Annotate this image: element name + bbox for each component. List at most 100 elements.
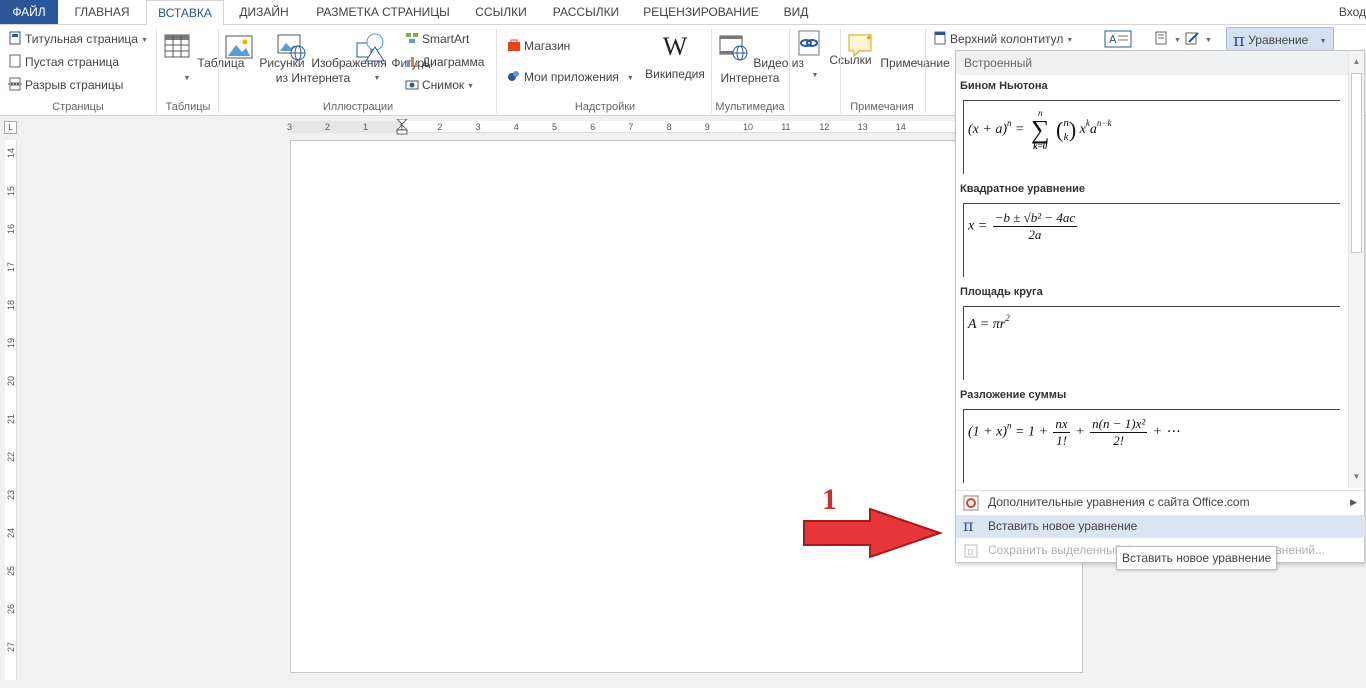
more-equations-label: Дополнительные уравнения с сайта Office.… bbox=[988, 495, 1250, 509]
online-pictures-label-2: из Интернета bbox=[275, 71, 351, 85]
store-button[interactable]: Магазин bbox=[507, 36, 570, 56]
equation-text: −b ± √b² − 4ac bbox=[992, 210, 1078, 227]
ruler-number: 7 bbox=[628, 122, 634, 132]
equation-dropdown: Встроенный ▲ ▼ Бином Ньютона (x + a)n = … bbox=[955, 50, 1365, 563]
equation-text: a bbox=[1089, 122, 1097, 138]
ruler-number: 4 bbox=[513, 122, 519, 132]
group-separator bbox=[789, 29, 790, 113]
tab-references[interactable]: ССЫЛКИ bbox=[466, 0, 536, 24]
tab-insert[interactable]: ВСТАВКА bbox=[146, 0, 224, 25]
links-button[interactable]: Ссылки ▼ bbox=[792, 28, 872, 83]
vertical-ruler[interactable]: 14 15 16 17 18 19 20 21 22 23 24 25 26 27 bbox=[5, 140, 17, 680]
smartart-label: SmartArt bbox=[422, 32, 470, 46]
fraction: nx 1! bbox=[1053, 416, 1070, 449]
equation-text: + ⋯ bbox=[1152, 424, 1180, 440]
horizontal-ruler[interactable]: 3 2 1 1 2 3 4 5 6 7 8 9 10 11 12 13 14 bbox=[287, 119, 960, 135]
blank-page-button[interactable]: Пустая страница bbox=[8, 52, 119, 72]
group-label-pages: Страницы bbox=[52, 101, 104, 113]
header-button[interactable]: Верхний колонтитул ▼ bbox=[933, 29, 1073, 49]
scroll-down-icon[interactable]: ▼ bbox=[1349, 470, 1364, 484]
equation-text: k=0 bbox=[1033, 141, 1048, 151]
tab-view[interactable]: ВИД bbox=[770, 0, 822, 24]
online-video-label-2: Интернета bbox=[720, 71, 780, 85]
insert-new-equation-label: Вставить новое уравнение bbox=[988, 519, 1138, 533]
ruler-number: 20 bbox=[6, 376, 16, 387]
ruler-tab-selector[interactable]: L bbox=[4, 121, 17, 134]
wikipedia-button[interactable]: W Википедия bbox=[643, 31, 707, 82]
equation-text: n−k bbox=[1096, 118, 1112, 129]
header-label: Верхний колонтитул bbox=[950, 32, 1064, 46]
text-box-button[interactable]: A bbox=[1104, 29, 1134, 49]
scrollbar-thumb[interactable] bbox=[1351, 73, 1362, 253]
equation-text: 1! bbox=[1056, 433, 1067, 448]
equation-title: Разложение суммы bbox=[960, 389, 1067, 401]
signature-icon bbox=[1185, 32, 1199, 45]
my-apps-button[interactable]: Мои приложения ▼ bbox=[507, 67, 634, 87]
group-separator bbox=[218, 29, 219, 113]
group-label-comments: Примечания bbox=[850, 101, 914, 113]
equation-text: nx bbox=[1053, 416, 1070, 433]
tooltip: Вставить новое уравнение bbox=[1116, 546, 1278, 570]
svg-text:✦: ✦ bbox=[865, 34, 873, 44]
chevron-down-icon: ▼ bbox=[140, 37, 148, 44]
insert-new-equation-item[interactable]: π Вставить новое уравнение bbox=[956, 515, 1365, 538]
tab-design[interactable]: ДИЗАЙН bbox=[228, 0, 300, 24]
equation-quadratic[interactable]: x = −b ± √b² − 4ac 2a bbox=[963, 203, 1340, 277]
equation-circle-area[interactable]: A = πr2 bbox=[963, 306, 1340, 380]
cover-page-button[interactable]: Титульная страница ▼ bbox=[8, 29, 148, 49]
store-icon bbox=[508, 39, 520, 51]
sign-in-link[interactable]: Вход bbox=[1339, 0, 1366, 24]
equation-title: Бином Ньютона bbox=[960, 80, 1048, 92]
ruler-number: 18 bbox=[6, 300, 16, 311]
chart-button[interactable]: Диаграмма bbox=[405, 52, 484, 72]
save-to-gallery-icon: π bbox=[964, 544, 978, 558]
tab-file[interactable]: ФАЙЛ bbox=[0, 0, 58, 24]
tab-review[interactable]: РЕЦЕНЗИРОВАНИЕ bbox=[636, 0, 766, 24]
group-separator bbox=[496, 29, 497, 113]
chevron-down-icon: ▼ bbox=[1066, 37, 1074, 44]
ruler-number: 21 bbox=[6, 414, 16, 425]
comment-button[interactable]: ✦ Примечание bbox=[843, 31, 950, 71]
online-pictures-button[interactable]: Изображения из Интернета bbox=[274, 31, 387, 86]
equation-text: 2! bbox=[1113, 433, 1125, 448]
chevron-down-icon: ▼ bbox=[1319, 38, 1327, 45]
cover-page-icon bbox=[9, 31, 21, 45]
tab-home[interactable]: ГЛАВНАЯ bbox=[62, 0, 142, 24]
equation-text: k bbox=[1063, 131, 1069, 143]
table-button[interactable]: Таблица ▼ bbox=[160, 31, 244, 86]
scroll-up-icon[interactable]: ▲ bbox=[1349, 55, 1364, 69]
shapes-button[interactable]: Фигуры ▼ bbox=[354, 31, 433, 86]
binomial-paren: ( bbox=[1056, 117, 1064, 142]
sum-symbol: n ∑ k=0 bbox=[1030, 108, 1050, 151]
page-break-icon bbox=[8, 77, 22, 91]
more-equations-item[interactable]: Дополнительные уравнения с сайта Office.… bbox=[956, 491, 1365, 514]
ruler-number: 23 bbox=[6, 490, 16, 501]
smartart-button[interactable]: SmartArt bbox=[405, 29, 469, 49]
pictures-button[interactable]: Рисунки bbox=[222, 31, 305, 71]
equation-binomial[interactable]: (x + a)n = n ∑ k=0 (n k) xkan−k bbox=[963, 100, 1340, 174]
dropdown-scrollbar[interactable]: ▲ ▼ bbox=[1348, 51, 1364, 488]
chevron-down-icon: ▼ bbox=[183, 75, 191, 82]
pi-icon: π bbox=[963, 516, 974, 535]
my-apps-label: Мои приложения bbox=[524, 70, 619, 84]
blank-page-icon bbox=[9, 54, 21, 68]
page-break-button[interactable]: Разрыв страницы bbox=[8, 75, 123, 95]
ruler-number: 2 bbox=[437, 122, 443, 132]
equation-text: + bbox=[1075, 424, 1085, 440]
pi-icon: π bbox=[1233, 30, 1245, 51]
equation-expansion[interactable]: (1 + x)n = 1 + nx 1! + n(n − 1)x² 2! + ⋯ bbox=[963, 409, 1340, 483]
chevron-down-icon: ▼ bbox=[811, 72, 819, 79]
online-video-button[interactable]: Видео из Интернета bbox=[716, 31, 804, 86]
tab-page-layout[interactable]: РАЗМЕТКА СТРАНИЦЫ bbox=[304, 0, 462, 24]
ruler-number: 2 bbox=[325, 122, 331, 132]
header-icon bbox=[934, 31, 946, 45]
binomial-paren: ) bbox=[1068, 117, 1077, 142]
signature-line-button[interactable]: ▼ bbox=[1185, 29, 1212, 49]
equation-button[interactable]: π Уравнение ▼ bbox=[1226, 27, 1334, 51]
tab-mailings[interactable]: РАССЫЛКИ bbox=[540, 0, 632, 24]
smartart-icon bbox=[406, 33, 418, 43]
online-video-icon bbox=[719, 35, 748, 61]
quick-parts-button[interactable]: ▼ bbox=[1154, 29, 1181, 49]
screenshot-button[interactable]: Снимок ▼ bbox=[405, 75, 474, 95]
equation-title: Площадь круга bbox=[960, 286, 1043, 298]
